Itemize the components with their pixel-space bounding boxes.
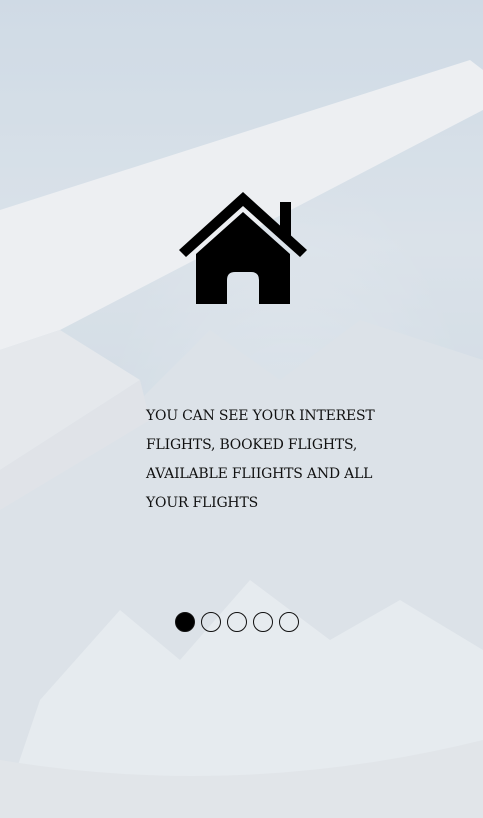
page-dot-2[interactable] [201, 612, 221, 632]
page-dot-1[interactable] [175, 612, 195, 632]
page-dot-4[interactable] [253, 612, 273, 632]
onboarding-message: YOU CAN SEE YOUR INTEREST FLIGHTS, BOOKE… [146, 408, 375, 511]
page-indicator [175, 612, 299, 634]
page-dot-5[interactable] [279, 612, 299, 632]
home-icon [179, 192, 307, 304]
page-dot-3[interactable] [227, 612, 247, 632]
